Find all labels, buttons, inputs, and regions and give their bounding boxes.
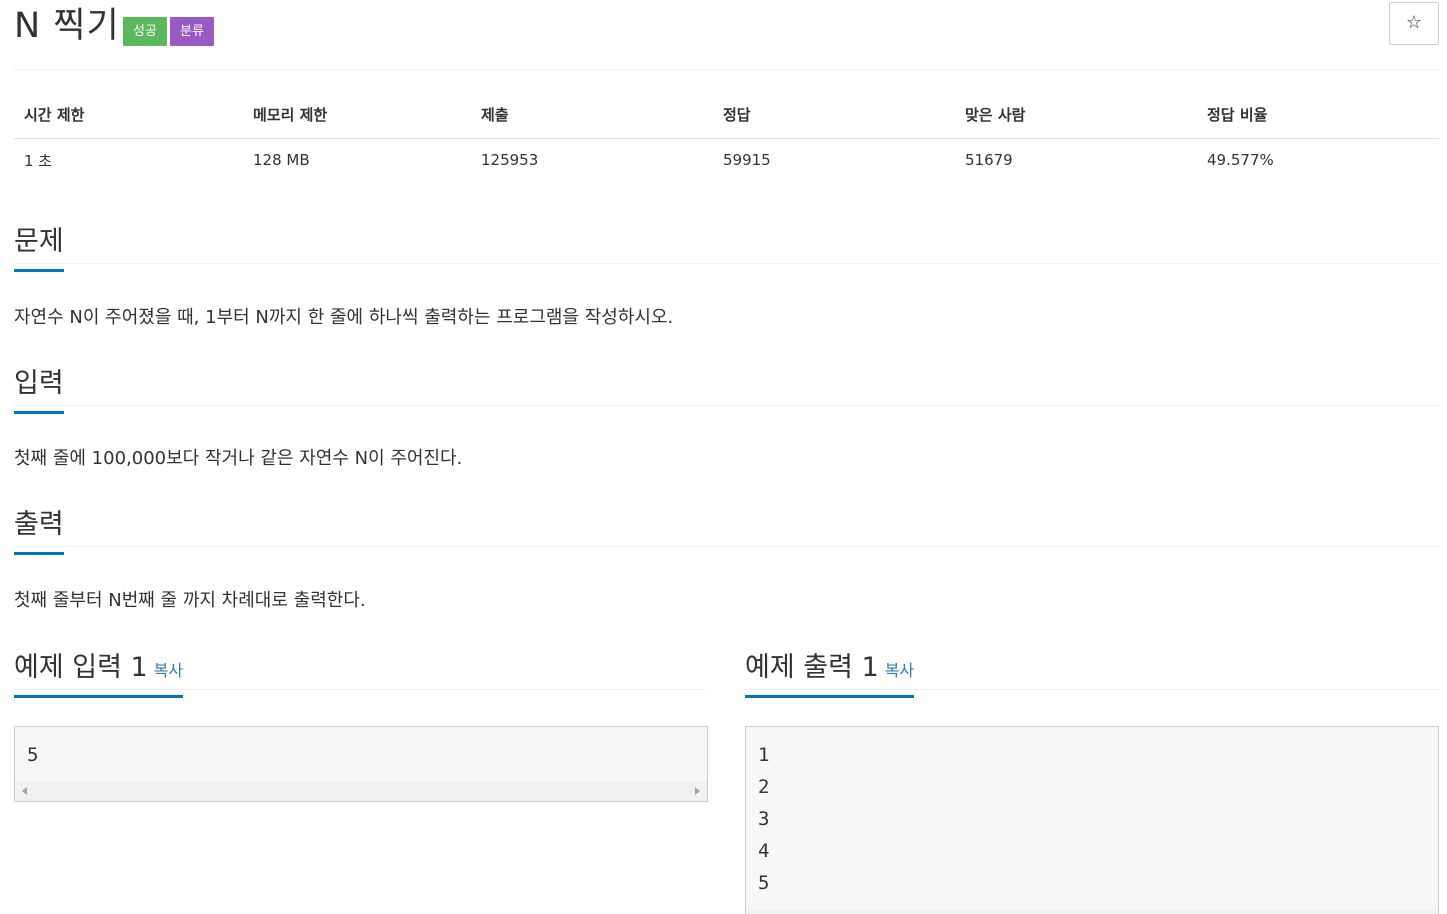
problem-title: N 찍기 — [14, 6, 120, 46]
sample-input-header: 예제 입력 1 복사 — [14, 646, 708, 698]
submissions-value: 125953 — [481, 151, 539, 170]
scroll-left-icon[interactable] — [22, 787, 27, 795]
scroll-right-icon[interactable] — [695, 787, 700, 795]
sample-input-box[interactable]: 5 — [14, 726, 708, 802]
sample-output-line: 2 — [758, 776, 770, 798]
sample-output-lines: 1 2 3 4 5 — [746, 727, 1438, 899]
category-badge[interactable]: 분류 — [170, 17, 214, 46]
accepted-header: 정답 — [713, 92, 955, 139]
sample-input-scrollbar[interactable] — [15, 781, 707, 801]
output-section-header: 출력 — [14, 503, 1439, 555]
sample-input-line: 5 — [27, 744, 39, 766]
sample-output-scrollbar[interactable] — [746, 910, 1438, 914]
problem-header: N 찍기 성공 분류 ☆ — [14, 0, 1439, 70]
sample-output-line: 3 — [758, 808, 770, 830]
sample-input-title-group: 예제 입력 1 복사 — [14, 646, 184, 698]
solvers-header: 맞은 사람 — [955, 92, 1197, 139]
star-button[interactable]: ☆ — [1389, 2, 1439, 45]
sample-output-box[interactable]: 1 2 3 4 5 — [745, 726, 1439, 914]
sample-output-header: 예제 출력 1 복사 — [745, 646, 1439, 698]
problem-section-title: 문제 — [14, 220, 64, 272]
memory-limit-value: 128 MB — [253, 151, 310, 170]
problem-description: 자연수 N이 주어졌을 때, 1부터 N까지 한 줄에 하나씩 출력하는 프로그… — [14, 307, 674, 328]
success-badge[interactable]: 성공 — [123, 17, 167, 46]
memory-limit-header: 메모리 제한 — [243, 92, 471, 139]
sample-output-copy-link[interactable]: 복사 — [885, 661, 914, 680]
input-section-title: 입력 — [14, 362, 64, 414]
sample-output-line: 5 — [758, 872, 770, 894]
sample-output-title-group: 예제 출력 1 복사 — [745, 646, 915, 698]
submissions-header: 제출 — [471, 92, 713, 139]
input-description: 첫째 줄에 100,000보다 작거나 같은 자연수 N이 주어진다. — [14, 448, 463, 469]
problem-section-header: 문제 — [14, 220, 1439, 272]
sample-input-copy-link[interactable]: 복사 — [154, 661, 183, 680]
input-section-header: 입력 — [14, 362, 1439, 414]
output-section-title: 출력 — [14, 503, 64, 555]
time-limit-value: 1 초 — [24, 151, 53, 170]
accepted-value: 59915 — [723, 151, 771, 170]
sample-output-line: 1 — [758, 744, 770, 766]
sample-input-title: 예제 입력 1 — [14, 652, 148, 683]
info-value-row: 1 초 128 MB 125953 59915 51679 49.577% — [14, 138, 1439, 182]
info-header-row: 시간 제한 메모리 제한 제출 정답 맞은 사람 정답 비율 — [14, 92, 1439, 139]
solvers-value: 51679 — [965, 151, 1013, 170]
accept-ratio-header: 정답 비율 — [1197, 92, 1439, 139]
sample-output-title: 예제 출력 1 — [745, 652, 879, 683]
problem-info-table: 시간 제한 메모리 제한 제출 정답 맞은 사람 정답 비율 1 초 128 M… — [14, 92, 1439, 182]
output-description: 첫째 줄부터 N번째 줄 까지 차례대로 출력한다. — [14, 590, 366, 611]
star-icon: ☆ — [1405, 12, 1423, 33]
time-limit-header: 시간 제한 — [14, 92, 243, 139]
accept-ratio-value: 49.577% — [1207, 151, 1274, 170]
sample-output-line: 4 — [758, 840, 770, 862]
sample-input-lines: 5 — [15, 727, 707, 771]
